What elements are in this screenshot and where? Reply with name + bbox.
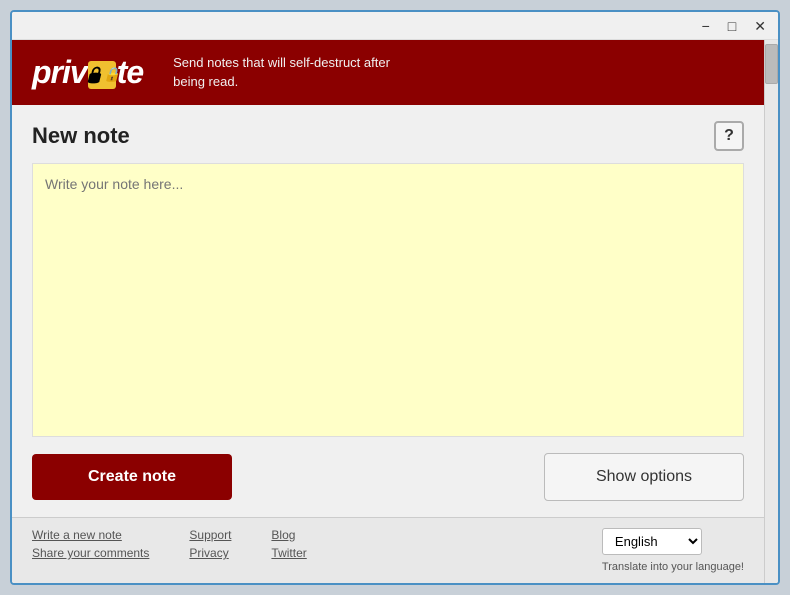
logo-text-part1: priv — [32, 54, 87, 91]
footer-links-col1: Write a new note Share your comments — [32, 528, 149, 560]
note-input[interactable] — [32, 163, 744, 437]
footer: Write a new note Share your comments Sup… — [12, 517, 764, 583]
window-content: priv 🔒 te Send notes that will self-dest… — [12, 40, 778, 583]
language-select-container: English — [602, 528, 744, 555]
footer-language: English Translate into your language! — [602, 528, 744, 573]
logo-text-part2: te — [117, 54, 143, 91]
share-comments-link[interactable]: Share your comments — [32, 546, 149, 560]
actions-row: Create note Show options — [32, 453, 744, 501]
title-bar-controls: − □ ✕ — [698, 17, 770, 35]
header-tagline: Send notes that will self-destruct after… — [173, 54, 390, 90]
support-link[interactable]: Support — [189, 528, 231, 542]
maximize-button[interactable]: □ — [724, 17, 740, 35]
main-area: priv 🔒 te Send notes that will self-dest… — [12, 40, 764, 583]
app-logo: priv 🔒 te — [32, 54, 143, 91]
logo-lock-icon: 🔒 — [88, 61, 116, 89]
footer-links-col2: Support Privacy — [189, 528, 231, 560]
page-header: New note ? — [32, 121, 744, 151]
privacy-link[interactable]: Privacy — [189, 546, 231, 560]
page-title: New note — [32, 123, 130, 149]
create-note-button[interactable]: Create note — [32, 454, 232, 500]
title-bar: − □ ✕ — [12, 12, 778, 40]
blog-link[interactable]: Blog — [271, 528, 306, 542]
app-header: priv 🔒 te Send notes that will self-dest… — [12, 40, 764, 105]
show-options-button[interactable]: Show options — [544, 453, 744, 501]
lock-icon: 🔒 — [103, 66, 119, 83]
page-content: New note ? PPL Create note Show options — [12, 105, 764, 517]
note-container: PPL — [32, 163, 744, 437]
translate-label: Translate into your language! — [602, 561, 744, 573]
scrollbar-thumb[interactable] — [765, 44, 778, 84]
app-window: − □ ✕ priv 🔒 te Send notes that will sel… — [10, 10, 780, 585]
help-button[interactable]: ? — [714, 121, 744, 151]
scrollbar[interactable] — [764, 40, 778, 583]
language-select[interactable]: English — [602, 528, 702, 555]
twitter-link[interactable]: Twitter — [271, 546, 306, 560]
tagline-line1: Send notes that will self-destruct after — [173, 55, 390, 70]
write-new-note-link[interactable]: Write a new note — [32, 528, 149, 542]
close-button[interactable]: ✕ — [750, 17, 770, 35]
tagline-line2: being read. — [173, 74, 238, 89]
footer-links-col3: Blog Twitter — [271, 528, 306, 560]
minimize-button[interactable]: − — [698, 17, 714, 35]
